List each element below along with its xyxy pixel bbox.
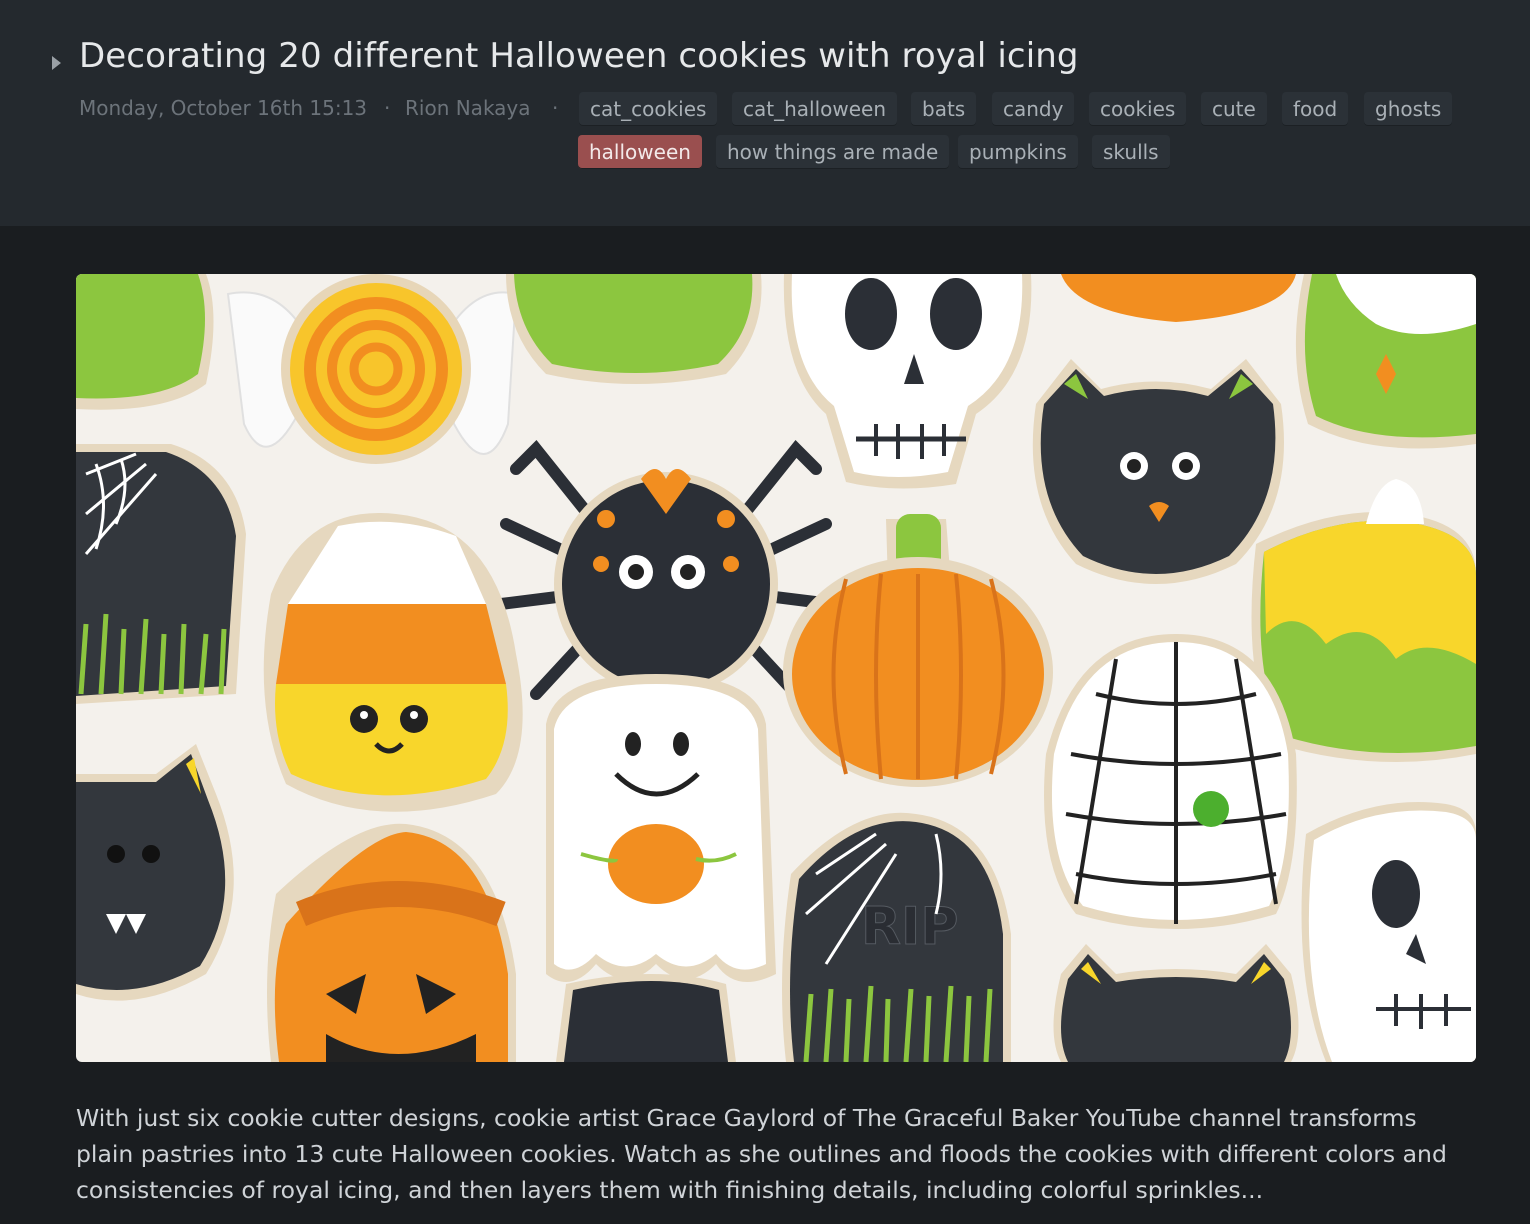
tag-halloween[interactable]: halloween: [578, 135, 702, 169]
post-author[interactable]: Rion Nakaya: [405, 96, 531, 120]
meta-separator: ·: [384, 96, 391, 120]
post-title: Decorating 20 different Halloween cookie…: [79, 36, 1079, 76]
post-description: With just six cookie cutter designs, coo…: [76, 1104, 1447, 1204]
disclosure-triangle-icon[interactable]: [52, 56, 61, 70]
meta-separator: ·: [552, 96, 559, 120]
tag-bats[interactable]: bats: [911, 92, 977, 126]
tag-cute[interactable]: cute: [1201, 92, 1267, 126]
tag-cat-halloween[interactable]: cat_halloween: [732, 92, 898, 126]
tag-pumpkins[interactable]: pumpkins: [958, 135, 1078, 169]
tag-candy[interactable]: candy: [992, 92, 1075, 126]
rip-text: RIP: [861, 897, 959, 957]
halloween-cookies-photo: RIP: [76, 274, 1476, 1062]
tag-skulls[interactable]: skulls: [1092, 135, 1170, 169]
post-image[interactable]: RIP: [76, 274, 1476, 1062]
tag-how-things-are-made[interactable]: how things are made: [716, 135, 950, 169]
tag-cat-cookies[interactable]: cat_cookies: [579, 92, 718, 126]
post-header: Decorating 20 different Halloween cookie…: [0, 0, 1530, 226]
tag-ghosts[interactable]: ghosts: [1364, 92, 1453, 126]
tag-cookies[interactable]: cookies: [1089, 92, 1187, 126]
post-date: Monday, October 16th 15:13: [79, 96, 368, 120]
tag-food[interactable]: food: [1282, 92, 1349, 126]
